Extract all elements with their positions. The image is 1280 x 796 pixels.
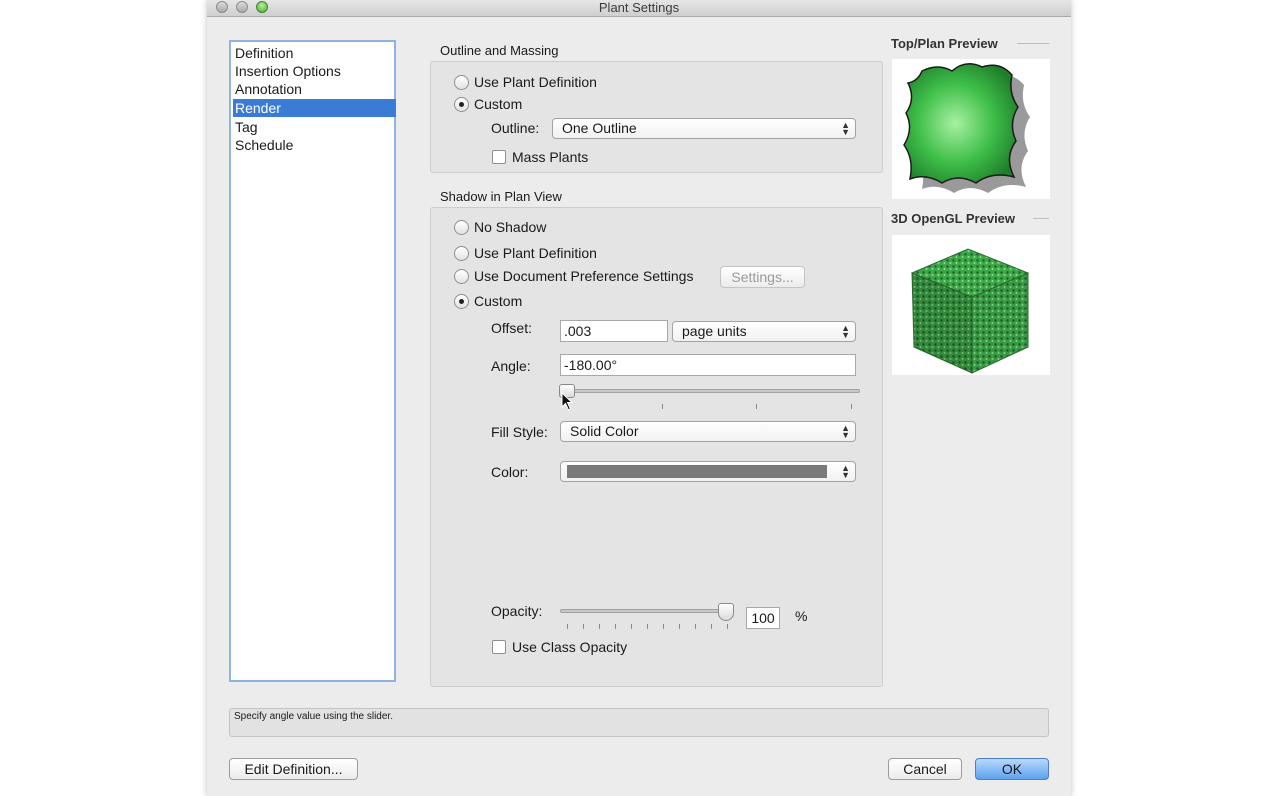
slider-tick: [851, 404, 852, 409]
fill-style-value: Solid Color: [570, 423, 639, 439]
select-down-arrow-icon: ▼: [841, 430, 850, 440]
category-list[interactable]: Definition Insertion Options Annotation …: [229, 40, 396, 682]
color-select[interactable]: ▲ ▼: [560, 461, 856, 482]
no-shadow-radio[interactable]: [454, 220, 469, 235]
fill-style-select[interactable]: Solid Color ▲ ▼: [560, 421, 856, 442]
custom-outline-label: Custom: [474, 96, 523, 112]
select-down-arrow-icon: ▼: [841, 330, 850, 340]
outline-massing-group: Use Plant Definition Custom Outline: One…: [430, 61, 883, 173]
select-down-arrow-icon: ▼: [841, 127, 850, 137]
slider-tick: [695, 624, 696, 629]
cancel-button[interactable]: Cancel: [888, 758, 962, 780]
shadow-use-plant-definition-label: Use Plant Definition: [474, 245, 597, 261]
sidebar-item-schedule[interactable]: Schedule: [233, 136, 396, 154]
use-plant-definition-radio[interactable]: [454, 75, 469, 90]
slider-tick: [756, 404, 757, 409]
outline-select[interactable]: One Outline ▲ ▼: [552, 118, 856, 139]
use-plant-definition-label: Use Plant Definition: [474, 74, 597, 90]
slider-tick: [662, 404, 663, 409]
mass-plants-checkbox[interactable]: [492, 150, 506, 164]
shadow-use-plant-definition-radio[interactable]: [454, 246, 469, 261]
plant-settings-window: Plant Settings Definition Insertion Opti…: [207, 0, 1071, 796]
top-plan-preview: [892, 59, 1050, 199]
slider-tick: [727, 624, 728, 629]
sidebar-item-tag[interactable]: Tag: [233, 118, 396, 136]
custom-shadow-radio[interactable]: [454, 294, 469, 309]
slider-tick: [711, 624, 712, 629]
opengl-preview-title: 3D OpenGL Preview: [891, 211, 1016, 226]
offset-label: Offset:: [491, 320, 532, 336]
slider-tick: [679, 624, 680, 629]
sidebar-item-insertion-options[interactable]: Insertion Options: [233, 62, 396, 80]
shadow-group: No Shadow Use Plant Definition Use Docum…: [430, 207, 883, 687]
use-class-opacity-label: Use Class Opacity: [512, 639, 628, 655]
title-bar[interactable]: Plant Settings: [207, 0, 1071, 17]
status-bar: Specify angle value using the slider.: [229, 708, 1049, 737]
slider-tick: [647, 624, 648, 629]
slider-tick: [599, 624, 600, 629]
mouse-pointer-icon: [561, 392, 574, 411]
no-shadow-label: No Shadow: [474, 219, 547, 235]
sidebar-item-render[interactable]: Render: [233, 99, 396, 117]
mass-plants-label: Mass Plants: [512, 149, 589, 165]
edit-definition-button[interactable]: Edit Definition...: [229, 758, 358, 780]
slider-tick: [567, 624, 568, 629]
preview-divider: [1033, 218, 1049, 219]
slider-tick: [615, 624, 616, 629]
color-swatch: [567, 465, 827, 478]
angle-slider-track[interactable]: [560, 389, 860, 393]
color-label: Color:: [491, 464, 529, 480]
opacity-slider-thumb[interactable]: [718, 603, 734, 621]
plant-3d-cube-icon: [910, 248, 1030, 374]
outline-massing-title: Outline and Massing: [440, 43, 559, 58]
opacity-input[interactable]: 100: [746, 607, 780, 629]
offset-input[interactable]: .003: [560, 320, 668, 342]
opengl-preview: [892, 235, 1050, 375]
slider-tick: [631, 624, 632, 629]
sidebar-item-definition[interactable]: Definition: [233, 44, 396, 62]
angle-input[interactable]: -180.00°: [560, 354, 856, 376]
use-document-preference-radio[interactable]: [454, 269, 469, 284]
slider-tick: [663, 624, 664, 629]
use-class-opacity-checkbox[interactable]: [492, 640, 506, 654]
custom-shadow-label: Custom: [474, 293, 523, 309]
opacity-unit: %: [795, 608, 808, 624]
custom-outline-radio[interactable]: [454, 97, 469, 112]
select-down-arrow-icon: ▼: [841, 470, 850, 480]
fill-style-label: Fill Style:: [491, 424, 548, 440]
slider-tick: [583, 624, 584, 629]
outline-label: Outline:: [491, 120, 540, 136]
status-text: Specify angle value using the slider.: [234, 711, 393, 722]
plant-top-view-icon: [903, 63, 1030, 193]
offset-units-value: page units: [682, 323, 747, 339]
window-title: Plant Settings: [598, 0, 680, 15]
ok-button[interactable]: OK: [975, 758, 1049, 780]
shadow-title: Shadow in Plan View: [440, 189, 562, 204]
preview-divider: [1017, 43, 1049, 44]
opacity-label: Opacity:: [491, 603, 543, 619]
sidebar-item-annotation[interactable]: Annotation: [233, 80, 396, 98]
opacity-slider-track[interactable]: [560, 609, 730, 613]
top-plan-preview-title: Top/Plan Preview: [891, 36, 998, 51]
offset-units-select[interactable]: page units ▲ ▼: [672, 321, 856, 342]
angle-label: Angle:: [491, 358, 531, 374]
use-document-preference-label: Use Document Preference Settings: [474, 268, 694, 284]
outline-select-value: One Outline: [562, 120, 637, 136]
settings-button[interactable]: Settings...: [720, 266, 805, 288]
